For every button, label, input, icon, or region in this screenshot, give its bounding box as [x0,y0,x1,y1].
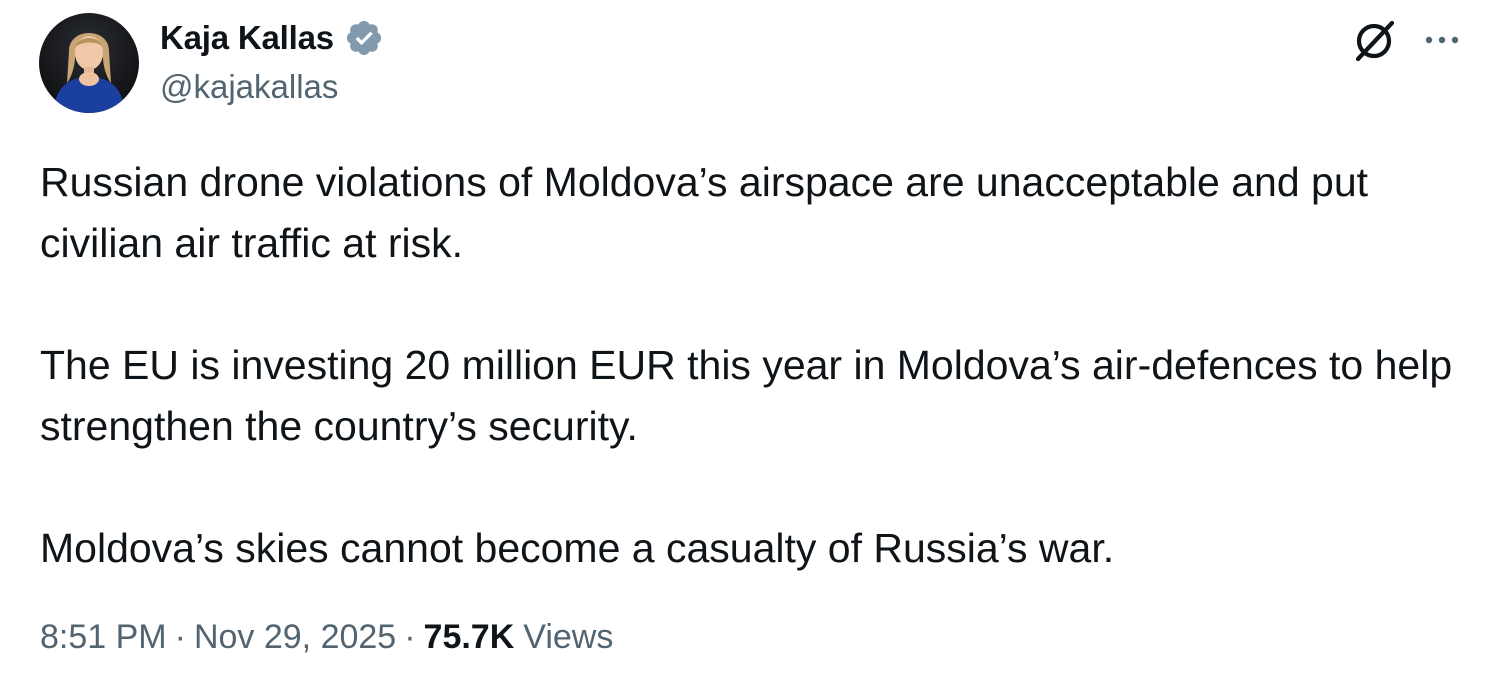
more-options-icon[interactable] [1420,20,1464,60]
verified-badge-icon[interactable] [344,18,384,58]
tweet-time[interactable]: 8:51 PM [40,618,167,657]
author-handle[interactable]: @kajakallas [160,68,338,106]
tweet-text: Russian drone violations of Moldova’s ai… [40,152,1480,579]
author-display-name[interactable]: Kaja Kallas [160,19,334,57]
tweet-card: Kaja Kallas @kajakallas Russian drone vi… [0,0,1500,673]
tweet-meta: 8:51 PM · Nov 29, 2025 · 75.7K Views [40,618,613,657]
tweet-date[interactable]: Nov 29, 2025 [194,618,396,657]
views-count: 75.7K [423,618,515,656]
views-label: Views [523,618,614,656]
grok-icon[interactable] [1350,16,1398,64]
meta-separator: · [404,618,416,656]
avatar[interactable] [39,13,139,113]
avatar-photo [39,13,139,113]
meta-separator: · [174,618,186,656]
tweet-paragraph: Moldova’s skies cannot become a casualty… [40,525,1115,571]
tweet-paragraph: The EU is investing 20 million EUR this … [40,342,1453,449]
author-name-row: Kaja Kallas [160,16,384,60]
tweet-paragraph: Russian drone violations of Moldova’s ai… [40,159,1369,266]
